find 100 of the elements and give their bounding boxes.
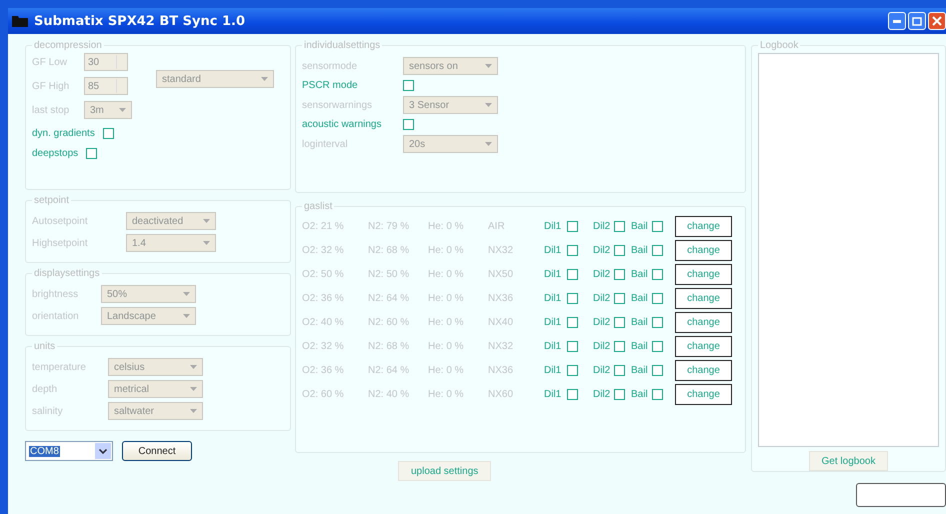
checkbox[interactable] [614,388,626,400]
gas-name: NX50 [488,268,514,280]
checkbox[interactable] [614,220,626,232]
gas-helium: He: 0 % [428,388,465,400]
gas-name: NX36 [488,364,514,376]
minimize-button[interactable] [888,12,906,30]
caret-icon [485,142,492,146]
change-button[interactable]: change [675,384,732,404]
checkbox-label: Dil1 [544,268,562,280]
group-title: setpoint [33,195,70,206]
checkbox-label: Bail [631,316,648,328]
checkbox[interactable] [567,292,578,304]
checkbox[interactable] [614,364,626,376]
gas-nitrogen: N2: 79 % [368,220,410,232]
chevron-icon [99,448,107,454]
gas-oxygen: O2: 50 % [302,268,345,280]
checkbox-label: Dil2 [593,388,610,400]
maximize-icon [912,16,922,26]
gas-oxygen: O2: 60 % [302,388,345,400]
group-title: Logbook [759,40,800,51]
checkbox-label: Bail [631,364,648,376]
caret-icon [183,292,190,296]
checkbox[interactable] [652,340,663,352]
field-label: Autosetpoint [32,216,89,226]
checkbox[interactable] [614,316,626,328]
gas-name: NX32 [488,244,514,256]
checkbox-label: Bail [631,340,648,352]
connect-button[interactable]: Connect [122,441,192,461]
port-dropdown[interactable]: COM8 [25,441,113,461]
checkbox[interactable] [614,340,626,352]
checkbox[interactable] [567,244,578,256]
checkbox[interactable] [652,316,663,328]
field-label: salinity [32,406,64,416]
field-label: sensormode [302,60,358,72]
input-field[interactable] [856,483,946,507]
gas-nitrogen: N2: 64 % [368,292,410,304]
caret-icon [190,387,197,391]
checkbox-label: Dil1 [544,340,562,352]
checkbox-label: Bail [631,244,648,256]
checkbox[interactable] [652,388,663,400]
group-title: units [33,341,56,352]
change-button[interactable]: change [675,336,732,356]
maximize-button[interactable] [908,12,926,30]
checkbox[interactable] [614,244,626,256]
checkbox[interactable] [614,292,626,304]
checkbox[interactable] [652,292,663,304]
checkbox-label: Bail [631,388,648,400]
checkbox[interactable] [652,364,663,376]
field-label: temperature [32,362,87,372]
close-button[interactable] [928,12,946,30]
change-button[interactable]: change [675,288,732,308]
checkbox[interactable] [652,244,663,256]
checkbox[interactable] [403,80,414,91]
gas-name: NX40 [488,316,514,328]
gas-helium: He: 0 % [428,220,465,232]
gas-name: NX32 [488,340,514,352]
checkbox-label: Dil1 [544,316,562,328]
checkbox[interactable] [403,119,414,130]
change-button[interactable]: change [675,312,732,332]
checkbox[interactable] [614,268,626,280]
checkbox-label: Dil2 [593,268,610,280]
checkbox[interactable] [567,364,578,376]
checkbox[interactable] [102,128,114,139]
gas-name: NX60 [488,388,514,400]
gas-nitrogen: N2: 68 % [368,244,410,256]
checkbox-label: PSCR mode [302,80,359,91]
checkbox[interactable] [652,220,663,232]
get-logbook-button[interactable]: Get logbook [808,451,888,471]
change-button[interactable]: change [675,216,732,236]
checkbox-label: Bail [631,220,648,232]
change-button[interactable]: change [675,264,732,284]
checkbox-label: Dil1 [544,292,562,304]
checkbox[interactable] [567,388,578,400]
checkbox[interactable] [567,268,578,280]
gas-name: NX36 [488,292,514,304]
field-label: orientation [32,310,80,322]
field-label: brightness [32,288,80,300]
caret-icon [183,314,190,318]
field-label: loginterval [302,138,349,150]
checkbox[interactable] [567,220,578,232]
field-label: GF Low [32,56,68,68]
gas-nitrogen: N2: 40 % [368,388,410,400]
checkbox[interactable] [567,316,578,328]
change-button[interactable]: change [675,360,732,380]
checkbox[interactable] [86,148,98,159]
checkbox-label: Dil2 [593,292,610,304]
group-title: individualsettings [303,40,382,51]
gas-nitrogen: N2: 68 % [368,340,410,352]
gas-helium: He: 0 % [428,316,465,328]
checkbox-label: dyn. gradients [32,128,95,139]
checkbox[interactable] [567,340,578,352]
gas-helium: He: 0 % [428,364,465,376]
checkbox-label: Dil1 [544,244,562,256]
checkbox-label: Dil2 [593,220,610,232]
folder-icon [12,15,28,27]
gas-nitrogen: N2: 50 % [368,268,410,280]
upload-settings-button[interactable]: upload settings [398,461,492,481]
group-title: displaysettings [33,268,101,279]
change-button[interactable]: change [675,240,732,260]
checkbox[interactable] [652,268,663,280]
